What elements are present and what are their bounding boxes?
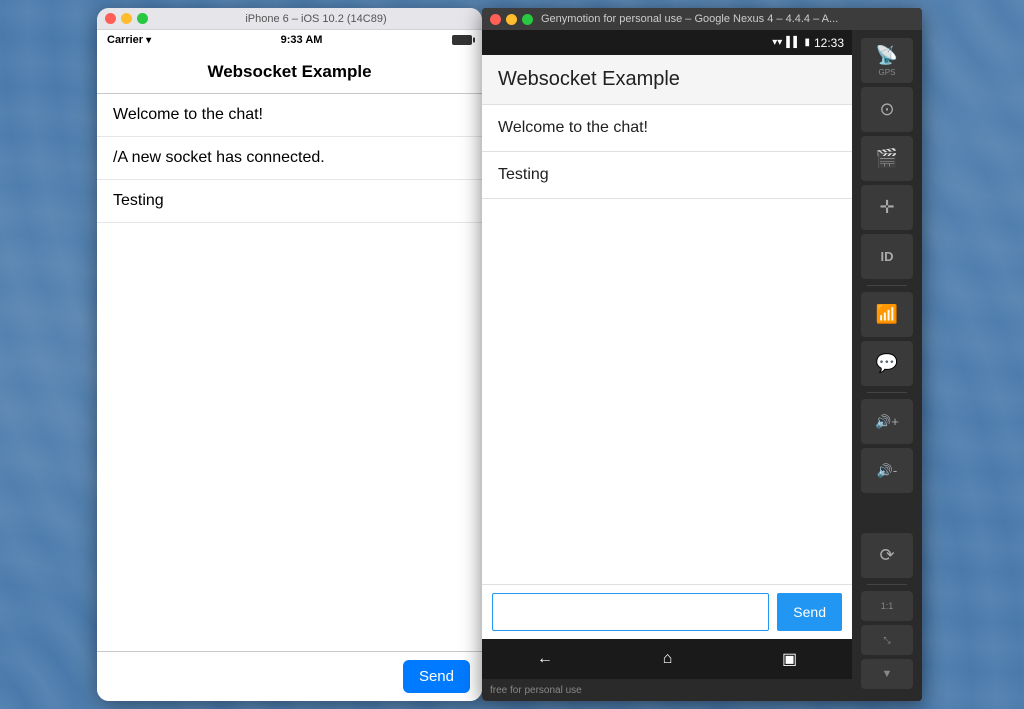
sms-icon: 💬 — [876, 353, 898, 374]
ios-minimize-button[interactable] — [121, 13, 132, 24]
ios-carrier: Carrier ▾ — [107, 34, 151, 46]
genymotion-camera-button[interactable]: ⊙ — [861, 87, 913, 132]
android-signal-icon: ▌▌ — [786, 37, 800, 48]
android-status-bar: ▾▾ ▌▌ ▮ 12:33 — [482, 30, 852, 55]
android-bottom-text: free for personal use — [490, 685, 582, 696]
android-message-1: Welcome to the chat! — [482, 105, 852, 152]
ios-message-3: Testing — [97, 180, 482, 223]
android-time: 12:33 — [814, 36, 844, 50]
android-window: Genymotion for personal use – Google Nex… — [482, 8, 922, 701]
ios-battery — [452, 35, 472, 45]
genymotion-minimize-button[interactable] — [506, 14, 517, 25]
ios-close-button[interactable] — [105, 13, 116, 24]
genymotion-media-button[interactable]: 🎬 — [861, 136, 913, 181]
id-icon: ID — [881, 249, 894, 264]
android-wifi-icon: ▾▾ — [772, 37, 782, 48]
ios-title-bar: iPhone 6 – iOS 10.2 (14C89) — [97, 8, 482, 30]
ios-battery-icon — [452, 35, 472, 45]
genymotion-id-button[interactable]: ID — [861, 234, 913, 279]
scale-label: 1:1 — [881, 601, 894, 611]
android-input-area: Send — [482, 584, 852, 639]
genymotion-bottom-icons: ⟳ 1:1 ⤡ ▼ — [861, 533, 913, 693]
ios-input-area: Send — [97, 651, 482, 701]
rotate-icon: ⟳ — [879, 545, 894, 566]
ios-nav-title: Websocket Example — [207, 62, 371, 82]
genymotion-down-button[interactable]: ▼ — [861, 659, 913, 689]
android-recents-button[interactable]: ▣ — [782, 649, 797, 669]
gps-label: GPS — [879, 68, 896, 77]
camera-icon: ⊙ — [879, 99, 894, 120]
genymotion-fit-button[interactable]: ⤡ — [861, 625, 913, 655]
ios-time: 9:33 AM — [281, 34, 323, 46]
genymotion-network-button[interactable]: 📶 — [861, 292, 913, 337]
android-battery-icon: ▮ — [804, 37, 810, 48]
network-icon: 📶 — [876, 304, 898, 325]
fit-label: ⤡ — [883, 635, 890, 646]
ios-status-bar: Carrier ▾ 9:33 AM — [97, 30, 482, 50]
ios-wifi-icon: ▾ — [146, 35, 151, 46]
genymotion-window-controls[interactable] — [490, 14, 533, 25]
android-message-input[interactable] — [492, 593, 769, 631]
android-action-bar: Websocket Example — [482, 55, 852, 105]
android-bottom-bar: free for personal use — [482, 679, 852, 701]
genymotion-volume-up-button[interactable]: 🔊+ — [861, 399, 913, 444]
android-home-button[interactable]: ⌂ — [663, 650, 673, 668]
volume-up-icon: 🔊+ — [875, 414, 899, 430]
ios-chat-area: Welcome to the chat! /A new socket has c… — [97, 94, 482, 651]
genymotion-close-button[interactable] — [490, 14, 501, 25]
ios-message-2: /A new socket has connected. — [97, 137, 482, 180]
media-icon: 🎬 — [876, 148, 898, 169]
genymotion-window-title: Genymotion for personal use – Google Nex… — [541, 13, 914, 25]
ios-window-controls[interactable] — [105, 13, 148, 24]
toolbar-divider-3 — [867, 584, 907, 585]
genymotion-maximize-button[interactable] — [522, 14, 533, 25]
android-back-button[interactable]: ← — [537, 650, 553, 668]
genymotion-gps-button[interactable]: 📡 GPS — [861, 38, 913, 83]
ios-nav-bar: Websocket Example — [97, 50, 482, 94]
android-action-title: Websocket Example — [498, 68, 680, 91]
volume-down-icon: 🔊- — [877, 463, 898, 479]
android-screen: ▾▾ ▌▌ ▮ 12:33 Websocket Example Welcome … — [482, 30, 852, 701]
genymotion-sms-button[interactable]: 💬 — [861, 341, 913, 386]
ios-send-button[interactable]: Send — [403, 660, 470, 693]
genymotion-title-bar: Genymotion for personal use – Google Nex… — [482, 8, 922, 30]
ios-carrier-text: Carrier — [107, 34, 143, 46]
android-navbar: ← ⌂ ▣ — [482, 639, 852, 679]
dpad-icon: ✛ — [879, 197, 894, 218]
android-status-right: ▾▾ ▌▌ ▮ 12:33 — [772, 36, 844, 50]
ios-window-title: iPhone 6 – iOS 10.2 (14C89) — [158, 13, 474, 25]
ios-message-1: Welcome to the chat! — [97, 94, 482, 137]
toolbar-divider-2 — [867, 392, 907, 393]
ios-maximize-button[interactable] — [137, 13, 148, 24]
android-send-button[interactable]: Send — [777, 593, 842, 631]
android-chat-area: Welcome to the chat! Testing — [482, 105, 852, 584]
genymotion-dpad-button[interactable]: ✛ — [861, 185, 913, 230]
genymotion-volume-down-button[interactable]: 🔊- — [861, 448, 913, 493]
gps-icon: 📡 — [876, 45, 898, 66]
ios-simulator: iPhone 6 – iOS 10.2 (14C89) Carrier ▾ 9:… — [97, 8, 482, 701]
genymotion-scale-button[interactable]: 1:1 — [861, 591, 913, 621]
genymotion-rotate-button[interactable]: ⟳ — [861, 533, 913, 578]
down-icon: ▼ — [882, 668, 893, 680]
genymotion-toolbar: 📡 GPS ⊙ 🎬 ✛ ID 📶 💬 🔊+ 🔊- — [852, 30, 922, 701]
toolbar-divider-1 — [867, 285, 907, 286]
android-message-2: Testing — [482, 152, 852, 199]
